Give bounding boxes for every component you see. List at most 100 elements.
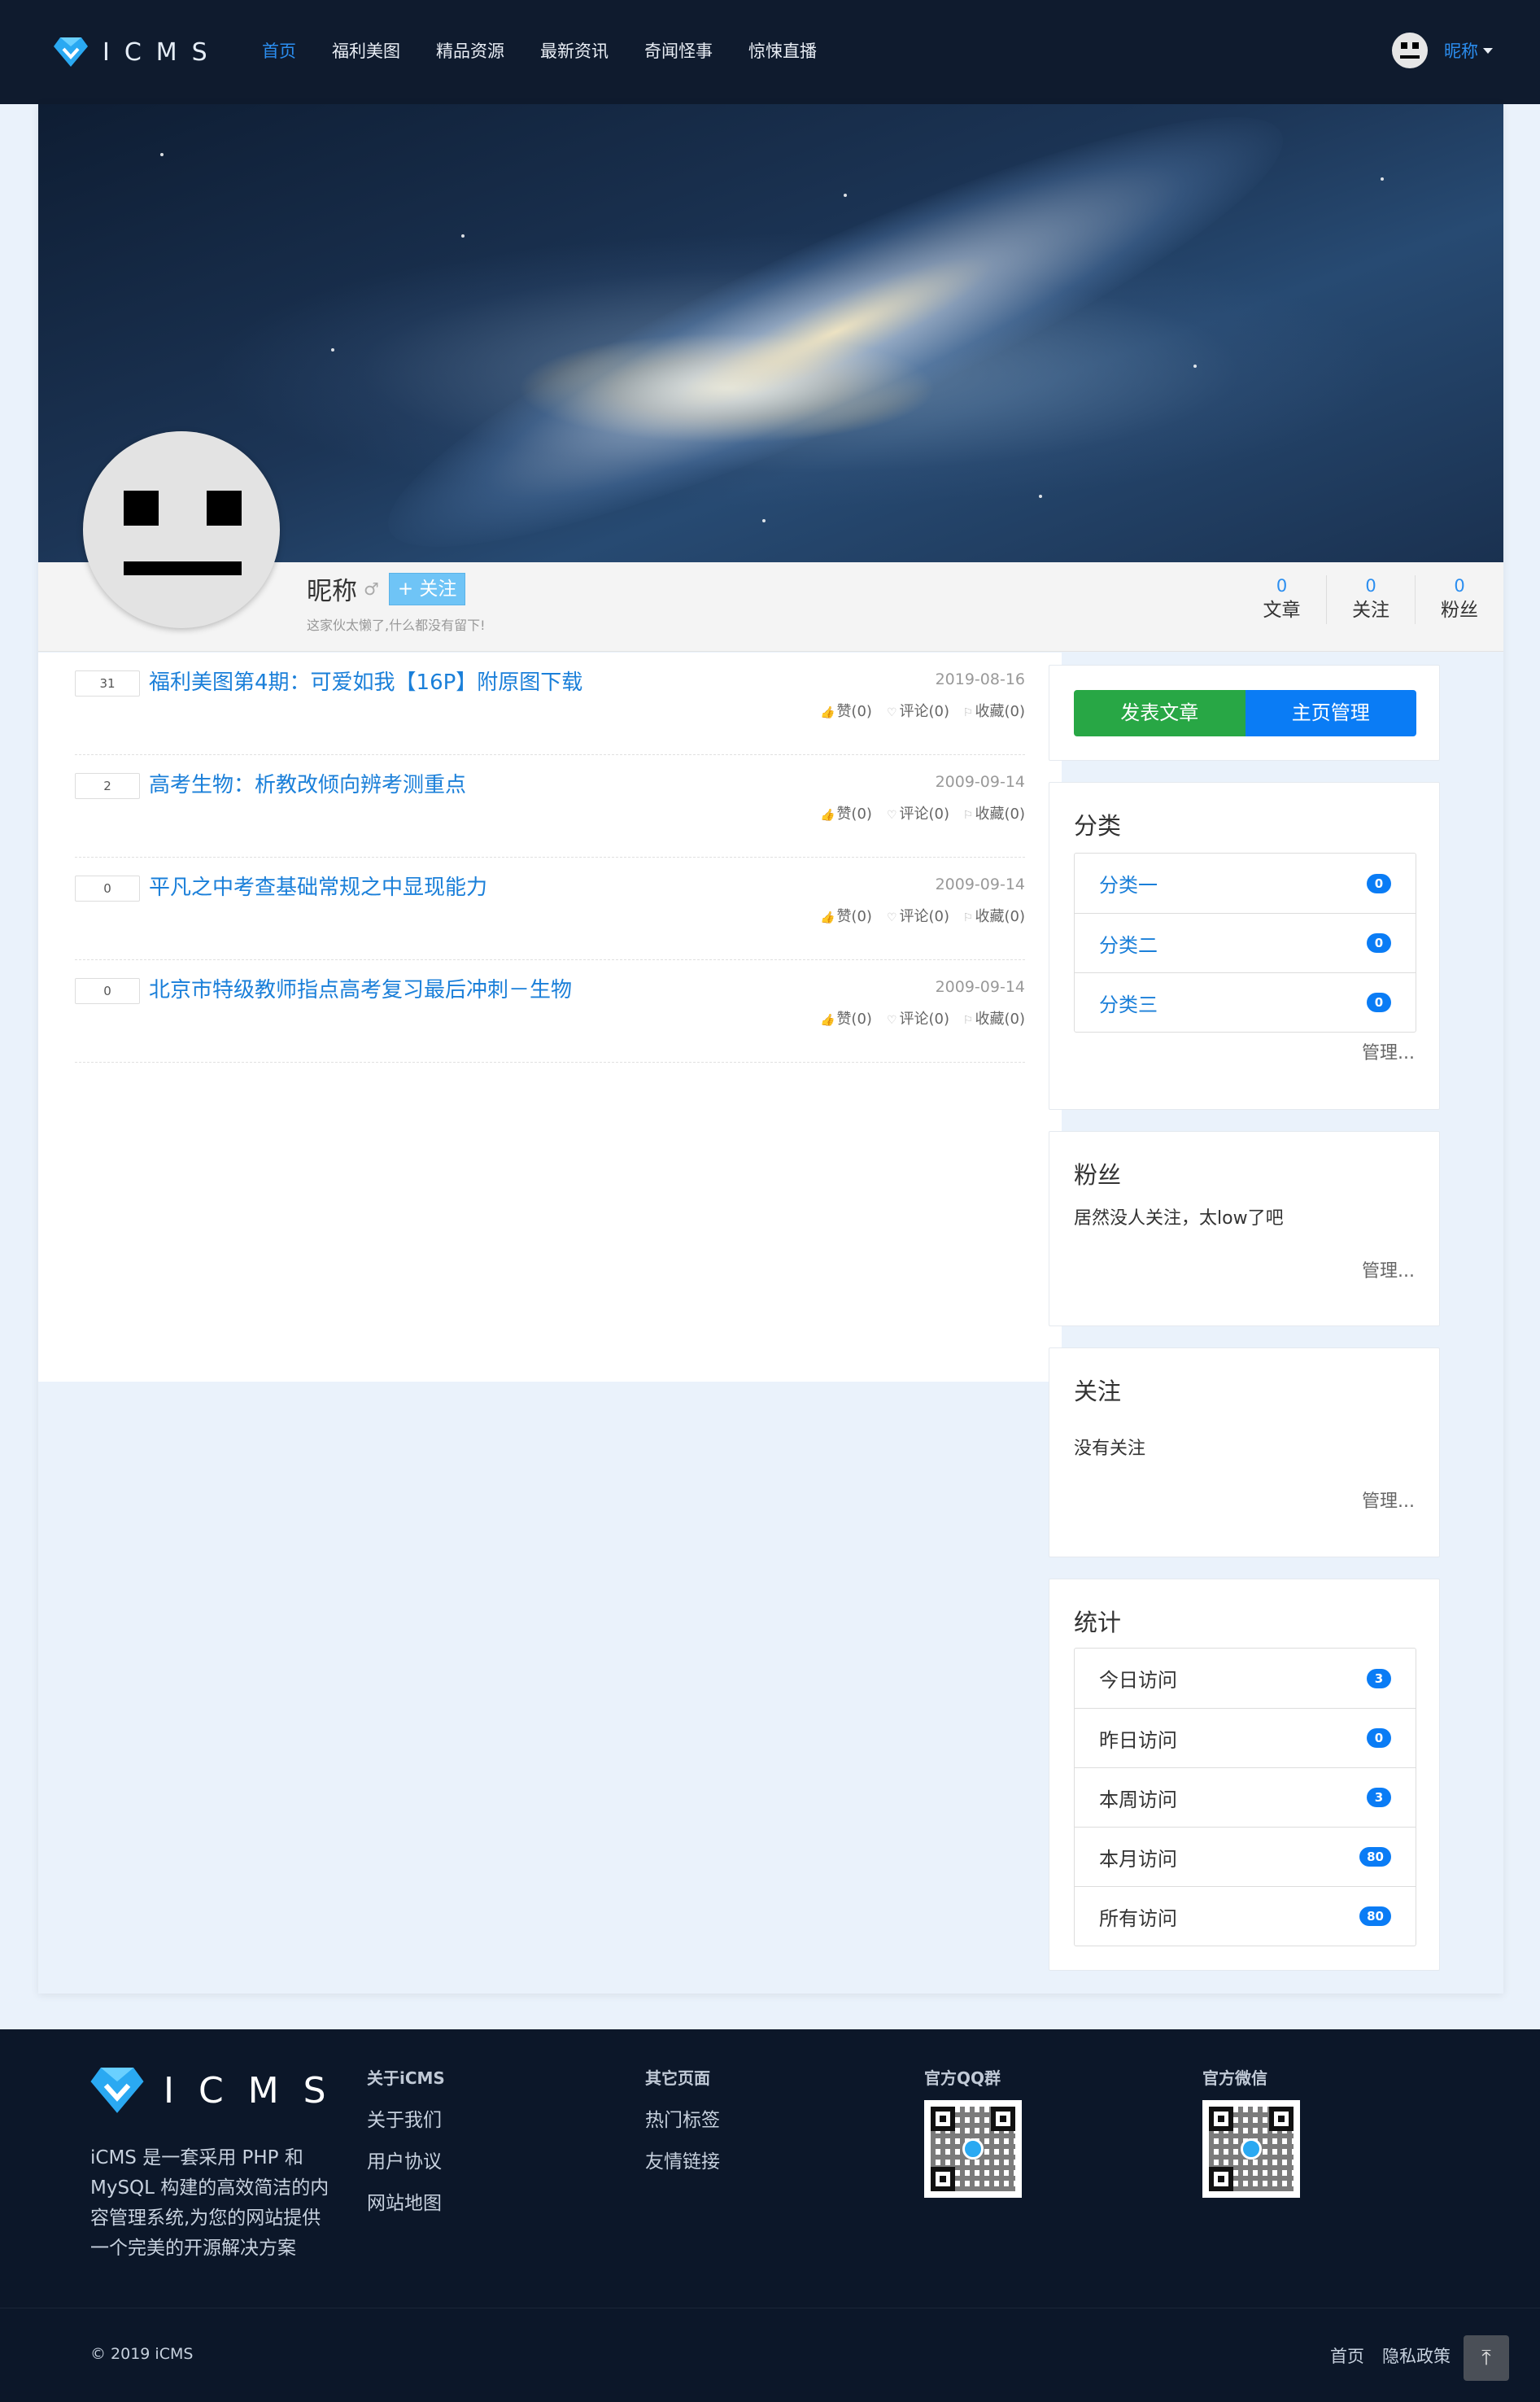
comment-icon: ♡ — [886, 809, 897, 822]
following-manage-link[interactable]: 管理... — [1362, 1487, 1415, 1513]
stat-count: 0 — [1276, 576, 1288, 596]
homepage-manage-button[interactable]: 主页管理 — [1245, 690, 1416, 736]
comment-button[interactable]: ♡ 评论(0) — [887, 700, 949, 721]
count-badge: 0 — [1367, 933, 1391, 953]
footer-wechat-column: 官方微信 — [1202, 2065, 1300, 2198]
thumbs-up-icon: 👍 — [820, 706, 835, 719]
stat-item-label: 本周访问 — [1099, 1788, 1177, 1811]
footer-logo[interactable]: ICMS — [90, 2065, 351, 2116]
favorite-button[interactable]: ⚐ 收藏(0) — [964, 802, 1025, 823]
like-label: 赞(0) — [836, 806, 872, 823]
favorite-label: 收藏(0) — [975, 908, 1026, 925]
action-buttons: 发表文章 主页管理 — [1074, 690, 1416, 736]
nav-item-live[interactable]: 惊悚直播 — [748, 37, 817, 65]
article-meta: 👍 赞(0) ♡ 评论(0) ⚐ 收藏(0) — [805, 802, 1025, 823]
top-navbar: ICMS 首页 福利美图 精品资源 最新资讯 奇闻怪事 惊悚直播 昵称 — [0, 0, 1540, 104]
like-button[interactable]: 👍 赞(0) — [820, 1007, 872, 1028]
like-button[interactable]: 👍 赞(0) — [820, 802, 872, 823]
profile-description: 这家伙太懒了,什么都没有留下! — [307, 618, 486, 633]
thumbs-up-icon: 👍 — [820, 911, 835, 924]
like-label: 赞(0) — [836, 908, 872, 925]
nav-item-news[interactable]: 最新资讯 — [540, 37, 609, 65]
category-item[interactable]: 分类二 0 — [1075, 913, 1416, 972]
article-meta: 👍 赞(0) ♡ 评论(0) ⚐ 收藏(0) — [805, 700, 1025, 721]
stat-label: 粉丝 — [1441, 600, 1478, 621]
like-button[interactable]: 👍 赞(0) — [820, 905, 872, 926]
site-logo[interactable]: ICMS — [54, 36, 222, 68]
article-date: 2019-08-16 — [935, 670, 1025, 688]
footer-description: iCMS 是一套采用 PHP 和 MySQL 构建的高效简洁的内容管理系统,为您… — [90, 2147, 329, 2259]
nav-item-resources[interactable]: 精品资源 — [436, 37, 504, 65]
thumbs-up-icon: 👍 — [820, 1014, 835, 1027]
thumbs-up-icon: 👍 — [820, 809, 835, 822]
footer-link-sitemap[interactable]: 网站地图 — [367, 2183, 445, 2225]
stat-count: 0 — [1365, 576, 1376, 596]
category-manage-link[interactable]: 管理... — [1362, 1038, 1415, 1064]
list-item: 0 北京市特级教师指点高考复习最后冲刺－生物 2009-09-14 👍 赞(0) … — [75, 960, 1025, 1063]
article-title-link[interactable]: 平凡之中考查基础常规之中显现能力 — [149, 871, 487, 901]
footer-link-about-us[interactable]: 关于我们 — [367, 2100, 445, 2142]
footer-column-title: 官方QQ群 — [924, 2068, 1001, 2088]
favorite-button[interactable]: ⚐ 收藏(0) — [964, 905, 1025, 926]
favorite-button[interactable]: ⚐ 收藏(0) — [964, 700, 1025, 721]
user-avatar[interactable] — [1392, 33, 1428, 68]
category-label: 分类三 — [1099, 993, 1158, 1016]
footer-column-title: 关于iCMS — [367, 2068, 445, 2088]
stat-label: 文章 — [1263, 600, 1301, 621]
stat-fans[interactable]: 0 粉丝 — [1415, 575, 1503, 624]
footer-link-hot-tags[interactable]: 热门标签 — [645, 2100, 720, 2142]
nav-item-oddities[interactable]: 奇闻怪事 — [644, 37, 713, 65]
article-meta: 👍 赞(0) ♡ 评论(0) ⚐ 收藏(0) — [805, 905, 1025, 926]
count-badge: 3 — [1367, 1668, 1391, 1688]
stat-articles[interactable]: 0 文章 — [1237, 575, 1326, 624]
stat-item: 本周访问 3 — [1075, 1767, 1416, 1827]
list-item: 31 福利美图第4期：可爱如我【16P】附原图下载 2019-08-16 👍 赞(… — [75, 653, 1025, 755]
male-icon: ♂ — [364, 579, 379, 599]
article-date: 2009-09-14 — [935, 876, 1025, 893]
article-title-link[interactable]: 高考生物：析教改倾向辨考测重点 — [149, 768, 466, 798]
category-item[interactable]: 分类一 0 — [1075, 854, 1416, 913]
article-date: 2009-09-14 — [935, 773, 1025, 791]
favorite-button[interactable]: ⚐ 收藏(0) — [964, 1007, 1025, 1028]
count-badge: 80 — [1359, 1847, 1391, 1867]
hit-count: 2 — [75, 773, 140, 799]
like-button[interactable]: 👍 赞(0) — [820, 700, 872, 721]
category-label: 分类二 — [1099, 933, 1158, 957]
nav-item-home[interactable]: 首页 — [262, 37, 296, 65]
user-nickname[interactable]: 昵称 — [1444, 38, 1478, 63]
stat-item-label: 昨日访问 — [1099, 1728, 1177, 1752]
comment-label: 评论(0) — [899, 703, 950, 720]
comment-button[interactable]: ♡ 评论(0) — [887, 905, 949, 926]
footer-link-user-agreement[interactable]: 用户协议 — [367, 2142, 445, 2183]
category-card: 分类 分类一 0 分类二 0 分类三 0 管理... — [1049, 782, 1440, 1110]
comment-label: 评论(0) — [899, 1011, 950, 1028]
chevron-down-icon[interactable] — [1483, 47, 1493, 54]
category-item[interactable]: 分类三 0 — [1075, 972, 1416, 1032]
comment-button[interactable]: ♡ 评论(0) — [887, 802, 949, 823]
footer-link-home[interactable]: 首页 — [1330, 2343, 1364, 2368]
copyright: © 2019 iCMS — [90, 2345, 194, 2363]
stat-item-label: 今日访问 — [1099, 1669, 1177, 1692]
stat-item: 今日访问 3 — [1075, 1649, 1416, 1708]
stat-following[interactable]: 0 关注 — [1326, 575, 1415, 624]
back-to-top-icon[interactable]: ⤒ — [1464, 2335, 1509, 2381]
publish-article-button[interactable]: 发表文章 — [1074, 690, 1246, 736]
profile-avatar[interactable] — [83, 431, 280, 628]
favorite-label: 收藏(0) — [975, 703, 1026, 720]
footer-link-friend-links[interactable]: 友情链接 — [645, 2142, 720, 2183]
nav-item-pictures[interactable]: 福利美图 — [332, 37, 400, 65]
qq-qrcode — [924, 2100, 1022, 2198]
article-title-link[interactable]: 北京市特级教师指点高考复习最后冲刺－生物 — [149, 973, 572, 1003]
comment-button[interactable]: ♡ 评论(0) — [887, 1007, 949, 1028]
stat-item-label: 所有访问 — [1099, 1906, 1177, 1930]
wechat-qrcode — [1202, 2100, 1300, 2198]
count-badge: 0 — [1367, 993, 1391, 1012]
footer-link-privacy[interactable]: 隐私政策 — [1382, 2343, 1451, 2368]
fans-manage-link[interactable]: 管理... — [1362, 1256, 1415, 1282]
statistics-card: 统计 今日访问 3 昨日访问 0 本周访问 3 本月访问 80 所有访问 80 — [1049, 1579, 1440, 1971]
footer-logo-text: ICMS — [164, 2069, 351, 2112]
follow-button[interactable]: + 关注 — [388, 572, 466, 605]
profile-stats: 0 文章 0 关注 0 粉丝 — [1237, 575, 1503, 624]
user-menu[interactable]: 昵称 — [1392, 33, 1493, 68]
article-title-link[interactable]: 福利美图第4期：可爱如我【16P】附原图下载 — [149, 666, 582, 696]
